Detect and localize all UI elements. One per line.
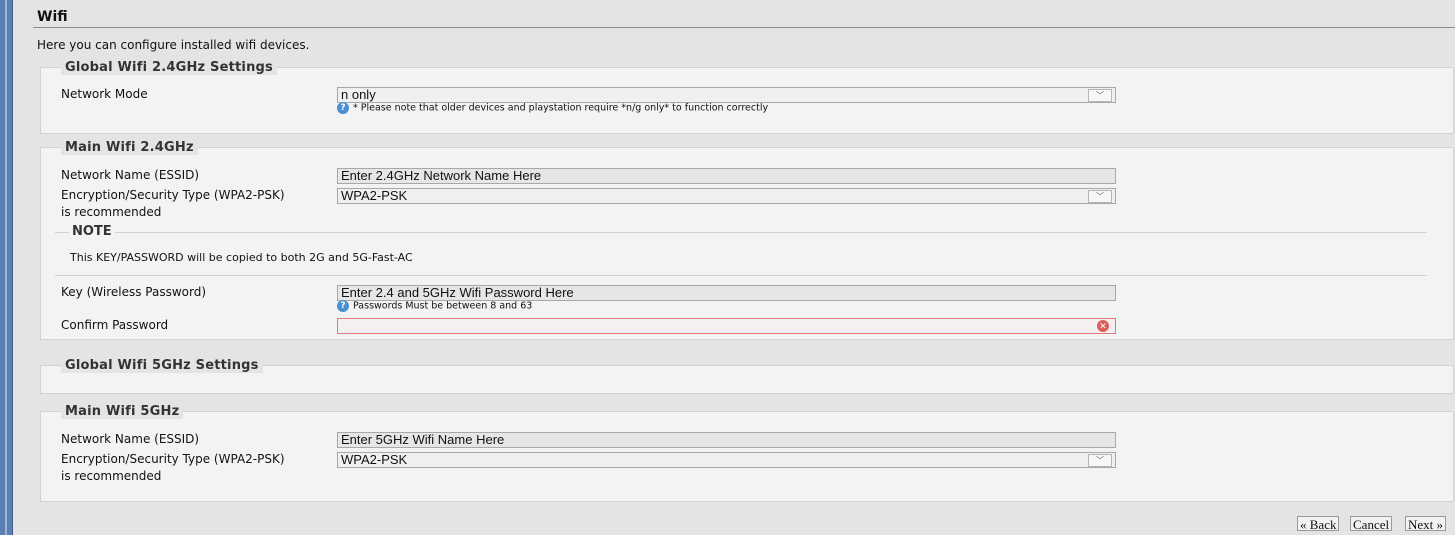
chevron-down-icon[interactable]: ﹀ xyxy=(1088,190,1112,203)
network-mode-label: Network Mode xyxy=(61,87,148,101)
note-text: This KEY/PASSWORD will be copied to both… xyxy=(70,251,413,264)
confirm-password-input[interactable]: ✕ xyxy=(337,318,1116,334)
network-mode-value: n only xyxy=(341,87,376,102)
note-box: NOTE This KEY/PASSWORD will be copied to… xyxy=(55,224,1427,276)
page-title: Wifi xyxy=(37,9,68,25)
main-5ghz-section: Main Wifi 5GHz Network Name (ESSID) Ente… xyxy=(40,404,1454,502)
encryption-5-select[interactable]: WPA2-PSK ﹀ xyxy=(337,452,1116,468)
title-divider xyxy=(33,27,1455,28)
ssid-5-input[interactable]: Enter 5GHz Wifi Name Here xyxy=(337,432,1116,448)
encryption-24-value: WPA2-PSK xyxy=(341,188,408,203)
error-icon: ✕ xyxy=(1097,320,1109,332)
ssid-5-label: Network Name (ESSID) xyxy=(61,432,200,446)
encryption-24-label-line1: Encryption/Security Type (WPA2-PSK) xyxy=(61,188,285,202)
global-24ghz-legend: Global Wifi 2.4GHz Settings xyxy=(61,60,277,75)
ssid-24-label: Network Name (ESSID) xyxy=(61,168,200,182)
encryption-5-label-line1: Encryption/Security Type (WPA2-PSK) xyxy=(61,452,285,466)
encryption-24-select[interactable]: WPA2-PSK ﹀ xyxy=(337,188,1116,204)
global-24ghz-section: Global Wifi 2.4GHz Settings Network Mode… xyxy=(40,60,1454,134)
chevron-down-icon[interactable]: ﹀ xyxy=(1088,89,1112,102)
cancel-button[interactable]: Cancel xyxy=(1350,516,1393,532)
back-button[interactable]: « Back xyxy=(1297,516,1340,532)
key-label: Key (Wireless Password) xyxy=(61,285,207,299)
confirm-password-label: Confirm Password xyxy=(61,318,169,332)
main-24ghz-legend: Main Wifi 2.4GHz xyxy=(61,140,198,155)
note-legend: NOTE xyxy=(69,224,115,239)
main-5ghz-legend: Main Wifi 5GHz xyxy=(61,404,184,419)
chevron-down-icon[interactable]: ﹀ xyxy=(1088,454,1112,467)
main-24ghz-section: Main Wifi 2.4GHz Network Name (ESSID) En… xyxy=(40,140,1454,340)
key-hint: ? Passwords Must be between 8 and 63 xyxy=(337,300,532,312)
encryption-5-value: WPA2-PSK xyxy=(341,452,408,467)
network-mode-select[interactable]: n only ﹀ xyxy=(337,87,1116,103)
global-5ghz-legend: Global Wifi 5GHz Settings xyxy=(61,358,263,373)
key-input[interactable]: Enter 2.4 and 5GHz Wifi Password Here xyxy=(337,285,1116,301)
wifi-page: Wifi Here you can configure installed wi… xyxy=(33,0,1455,535)
network-mode-hint: ? * Please note that older devices and pl… xyxy=(337,102,768,114)
page-intro: Here you can configure installed wifi de… xyxy=(37,38,310,52)
encryption-5-label-line2: is recommended xyxy=(61,469,162,483)
next-button[interactable]: Next » xyxy=(1405,516,1447,532)
global-5ghz-section: Global Wifi 5GHz Settings xyxy=(40,358,1454,394)
help-icon: ? xyxy=(337,102,349,114)
window-left-edge xyxy=(0,0,13,535)
encryption-24-label-line2: is recommended xyxy=(61,205,162,219)
ssid-24-input[interactable]: Enter 2.4GHz Network Name Here xyxy=(337,168,1116,184)
help-icon: ? xyxy=(337,300,349,312)
